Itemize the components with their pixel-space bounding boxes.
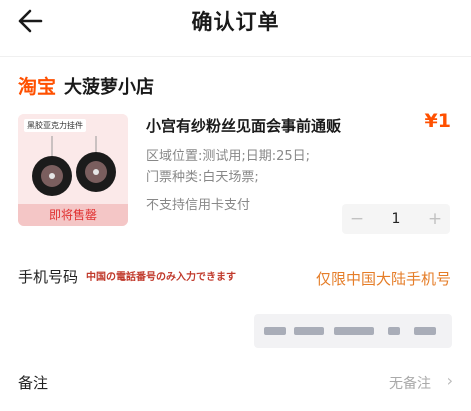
sold-out-badge: 即将售罄 (18, 204, 128, 226)
redacted-digits (388, 327, 400, 335)
product-price: ¥1 (424, 110, 451, 132)
shop-row[interactable]: 淘宝 大菠萝小店 (18, 72, 154, 99)
phone-number-field[interactable] (254, 314, 452, 348)
product-spec-line1: 区域位置:测试用;日期:25日; (146, 149, 311, 164)
shop-name: 大菠萝小店 (64, 77, 155, 98)
phone-restriction-hint: 仅限中国大陆手机号 (315, 270, 451, 288)
platform-logo: 淘宝 (18, 76, 57, 98)
product-spec-line2: 门票种类:白天场票; (146, 170, 259, 185)
phone-label: 手机号码 (18, 268, 79, 286)
phone-note-annotation: 中国の電話番号のみ入力できます (86, 272, 236, 283)
quantity-stepper: − 1 + (342, 204, 450, 234)
redacted-digits (334, 327, 374, 335)
vinyl-charm-right (76, 152, 116, 192)
decrement-button[interactable]: − (342, 209, 372, 229)
quantity-value[interactable]: 1 (372, 211, 420, 227)
remark-value[interactable]: 无备注 (389, 373, 431, 393)
header-divider (0, 56, 471, 57)
redacted-digits (294, 327, 324, 335)
header-bar: 确认订单 (0, 0, 471, 44)
product-title[interactable]: 小宫有纱粉丝见面会事前通贩 (146, 115, 341, 136)
page-title: 确认订单 (191, 10, 280, 34)
payment-note: 不支持信用卡支付 (146, 198, 251, 213)
remark-label: 备注 (18, 374, 49, 392)
chevron-right-icon[interactable]: › (447, 371, 453, 390)
product-thumbnail[interactable]: 黑胶亚克力挂件 即将售罄 (18, 114, 128, 226)
vinyl-charm-left (32, 156, 72, 196)
redacted-digits (414, 327, 436, 335)
redacted-digits (264, 327, 286, 335)
increment-button[interactable]: + (420, 209, 450, 229)
